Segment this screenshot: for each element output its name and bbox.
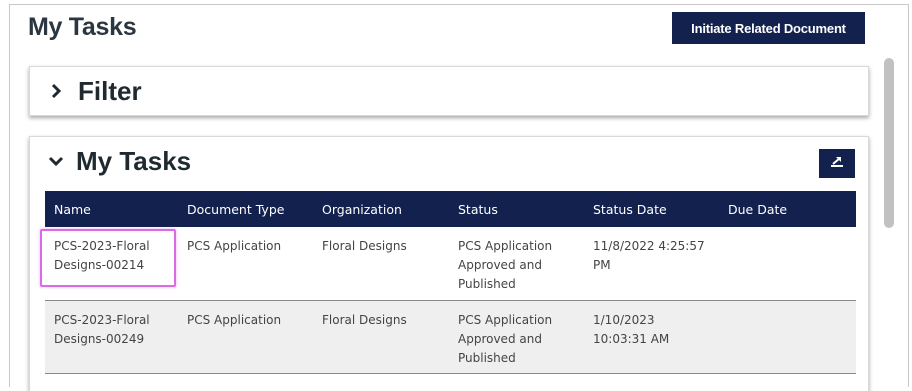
due-date-cell bbox=[719, 300, 856, 373]
chevron-right-icon bbox=[46, 81, 66, 101]
table-row bbox=[45, 373, 856, 384]
status-date-cell: 1/10/2023 10:03:31 AM bbox=[593, 312, 670, 346]
column-header-due-date[interactable]: Due Date bbox=[719, 191, 856, 227]
column-header-status-date[interactable]: Status Date bbox=[584, 191, 719, 227]
column-header-status[interactable]: Status bbox=[449, 191, 584, 227]
status-cell: PCS Application Approved and Published bbox=[458, 312, 553, 365]
chevron-down-icon bbox=[46, 151, 66, 171]
status-date-cell: 11/8/2022 4:25:57 PM bbox=[593, 239, 705, 272]
task-name-link[interactable]: PCS-2023-Floral Designs-00249 bbox=[45, 300, 178, 373]
my-tasks-panel-title: My Tasks bbox=[76, 145, 192, 176]
document-type-cell: PCS Application bbox=[187, 312, 282, 327]
vertical-scrollbar[interactable] bbox=[884, 58, 894, 228]
page-title: My Tasks bbox=[28, 13, 137, 41]
document-type-cell: PCS Application bbox=[187, 239, 282, 253]
due-date-cell bbox=[719, 227, 856, 300]
export-button[interactable] bbox=[819, 149, 855, 178]
my-tasks-panel-header[interactable]: My Tasks bbox=[30, 137, 868, 185]
column-header-organization[interactable]: Organization bbox=[313, 191, 449, 227]
table-header-row: Name Document Type Organization Status S… bbox=[45, 191, 856, 227]
column-header-name[interactable]: Name bbox=[45, 191, 178, 227]
my-tasks-panel: My Tasks Name Document Type Organization… bbox=[29, 136, 869, 391]
export-icon bbox=[830, 155, 844, 172]
table-row: PCS-2023-Floral Designs-00249 PCS Applic… bbox=[45, 300, 856, 373]
filter-panel-title: Filter bbox=[78, 75, 142, 106]
tasks-table: Name Document Type Organization Status S… bbox=[45, 191, 856, 384]
task-name-link[interactable]: PCS-2023-Floral Designs-00214 bbox=[45, 227, 178, 300]
organization-link[interactable]: Floral Designs bbox=[313, 227, 449, 300]
filter-panel: Filter bbox=[29, 66, 869, 116]
initiate-related-document-button[interactable]: Initiate Related Document bbox=[672, 12, 865, 44]
filter-panel-header[interactable]: Filter bbox=[30, 67, 868, 115]
status-cell: PCS Application Approved and Published bbox=[458, 239, 553, 291]
column-header-document-type[interactable]: Document Type bbox=[178, 191, 313, 227]
organization-link[interactable]: Floral Designs bbox=[313, 300, 449, 373]
table-row: PCS-2023-Floral Designs-00214 PCS Applic… bbox=[45, 227, 856, 300]
